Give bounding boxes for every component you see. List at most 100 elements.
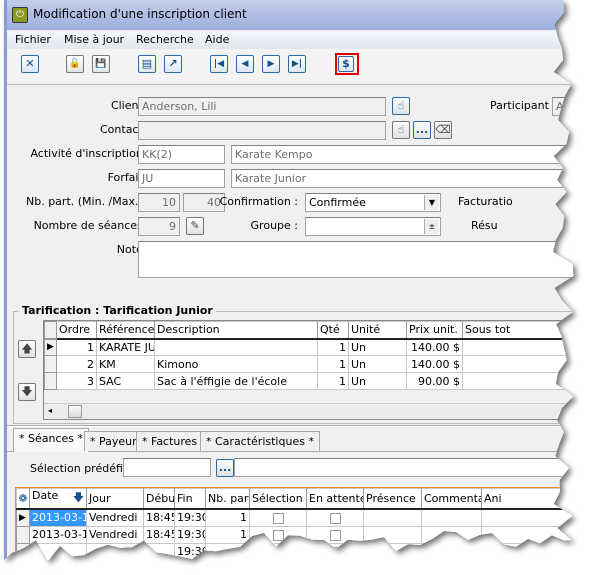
column-header[interactable]: Jour: [86, 488, 144, 510]
table-cell[interactable]: SAC: [96, 372, 155, 390]
column-header[interactable]: Ani: [481, 488, 574, 510]
table-cell[interactable]: 140: [462, 338, 574, 356]
previous-record-button[interactable]: ◀: [236, 55, 254, 73]
attente-checkbox[interactable]: [329, 529, 341, 541]
commentaire-cell[interactable]: [421, 525, 482, 544]
table-cell[interactable]: Un: [348, 372, 407, 390]
column-header[interactable]: Présence: [363, 488, 422, 510]
row-indicator[interactable]: [44, 355, 57, 373]
column-header[interactable]: Qté: [317, 321, 349, 340]
selection-checkbox-cell[interactable]: [249, 525, 307, 544]
eraser-icon[interactable]: ⌫: [434, 121, 452, 139]
table-row[interactable]: ▶2013-03-15Vendredi18:4519:301: [16, 508, 574, 527]
table-cell[interactable]: 1: [56, 338, 97, 356]
table-cell[interactable]: [154, 338, 318, 356]
table-row[interactable]: 19:300: [16, 542, 574, 561]
fin-cell[interactable]: 19:30: [174, 508, 206, 527]
column-header[interactable]: En attente: [306, 488, 364, 510]
forfait-code-field[interactable]: JU: [138, 169, 225, 188]
client-field[interactable]: Anderson, Lili: [138, 97, 386, 116]
date-cell[interactable]: [29, 542, 87, 561]
predef-field[interactable]: [123, 458, 211, 477]
table-cell[interactable]: [481, 542, 574, 561]
debut-cell[interactable]: [143, 542, 175, 561]
table-cell[interactable]: 140.00 $: [406, 338, 463, 356]
scroll-left-icon[interactable]: ◂: [48, 406, 52, 415]
hand-pointer-icon[interactable]: ☝: [392, 121, 410, 139]
spinner-icon[interactable]: ±: [424, 219, 439, 234]
date-cell[interactable]: 2013-03-15: [29, 525, 87, 544]
table-cell[interactable]: KM: [96, 355, 155, 373]
print-button[interactable]: ▤: [138, 55, 156, 73]
attente-checkbox-cell[interactable]: [306, 525, 364, 544]
table-cell[interactable]: Sac à l'éffigie de l'école: [154, 372, 318, 390]
last-record-button[interactable]: ▶|: [288, 55, 306, 73]
table-cell[interactable]: 140: [462, 355, 574, 373]
column-header[interactable]: Ordre: [56, 321, 97, 340]
table-row[interactable]: 3 SAC Sac à l'éffigie de l'école 1 Un 90.00 $…: [44, 372, 574, 390]
table-cell[interactable]: [481, 508, 574, 527]
attente-checkbox[interactable]: [329, 546, 341, 558]
column-header[interactable]: Nb. part.: [205, 488, 250, 510]
table-cell[interactable]: [481, 525, 574, 544]
nb-cell[interactable]: 0: [205, 542, 250, 561]
column-header[interactable]: Commentaire: [421, 488, 482, 510]
tab-caracteristiques[interactable]: * Caractéristiques *: [200, 431, 320, 451]
column-header[interactable]: Sélection ?: [249, 488, 307, 510]
billing-button[interactable]: $: [338, 56, 354, 72]
row-indicator[interactable]: ▶: [16, 508, 30, 527]
column-header[interactable]: Sous tot: [462, 321, 574, 340]
jour-cell[interactable]: [86, 542, 144, 561]
column-header[interactable]: Unité: [348, 321, 407, 340]
chevron-down-icon[interactable]: ▼: [424, 195, 439, 210]
column-header-date[interactable]: Date 🡇: [29, 488, 87, 510]
column-header[interactable]: Description: [154, 321, 318, 340]
selection-checkbox[interactable]: [272, 546, 284, 558]
nb-cell[interactable]: 1: [205, 525, 250, 544]
next-record-button[interactable]: ▶: [262, 55, 280, 73]
browse-predef-button[interactable]: ...: [216, 459, 234, 477]
close-button[interactable]: ✕: [21, 55, 39, 73]
commentaire-cell[interactable]: [421, 508, 482, 527]
attente-checkbox-cell[interactable]: [306, 542, 364, 561]
participant-field[interactable]: A: [552, 97, 574, 116]
nb-cell[interactable]: 1: [205, 508, 250, 527]
export-button[interactable]: ↗: [164, 55, 182, 73]
table-cell[interactable]: Un: [348, 338, 407, 356]
fin-cell[interactable]: 19:30: [174, 542, 206, 561]
fin-cell[interactable]: 19:30: [174, 525, 206, 544]
selection-checkbox-cell[interactable]: [249, 508, 307, 527]
contact-field[interactable]: [138, 121, 386, 140]
save-button[interactable]: 💾: [92, 55, 110, 73]
column-header[interactable]: Début: [143, 488, 175, 510]
table-cell[interactable]: 1: [317, 355, 349, 373]
settings-icon[interactable]: ❁: [16, 488, 30, 510]
first-record-button[interactable]: |◀: [210, 55, 228, 73]
presence-cell[interactable]: [363, 525, 422, 544]
scrollbar-thumb[interactable]: [68, 405, 82, 418]
commentaire-cell[interactable]: [421, 542, 482, 561]
jour-cell[interactable]: Vendredi: [86, 508, 144, 527]
attente-checkbox-cell[interactable]: [306, 508, 364, 527]
jour-cell[interactable]: Vendredi: [86, 525, 144, 544]
table-cell[interactable]: 2: [56, 355, 97, 373]
selection-checkbox-cell[interactable]: [249, 542, 307, 561]
tab-seances[interactable]: * Séances *: [13, 428, 90, 452]
debut-cell[interactable]: 18:45: [143, 508, 175, 527]
debut-cell[interactable]: 18:45: [143, 525, 175, 544]
menu-aide[interactable]: Aide: [205, 33, 229, 46]
table-cell[interactable]: 1: [317, 372, 349, 390]
attente-checkbox[interactable]: [329, 512, 341, 524]
edit-sessions-icon[interactable]: ✎: [186, 217, 204, 235]
table-row[interactable]: ▶1KARATE JUNIOR1Un140.00 $140: [44, 338, 574, 356]
presence-cell[interactable]: [363, 542, 422, 561]
column-header[interactable]: Prix unit.: [406, 321, 463, 340]
browse-contact-button[interactable]: ...: [413, 121, 431, 139]
note-textarea[interactable]: [138, 241, 574, 278]
menu-mise-a-jour[interactable]: Mise à jour: [64, 33, 124, 46]
row-indicator[interactable]: [16, 525, 30, 544]
table-cell[interactable]: 90: [462, 372, 574, 390]
date-cell[interactable]: 2013-03-15: [29, 508, 87, 527]
row-indicator[interactable]: ▶: [44, 338, 57, 356]
hand-pointer-icon[interactable]: ☝: [392, 97, 410, 115]
